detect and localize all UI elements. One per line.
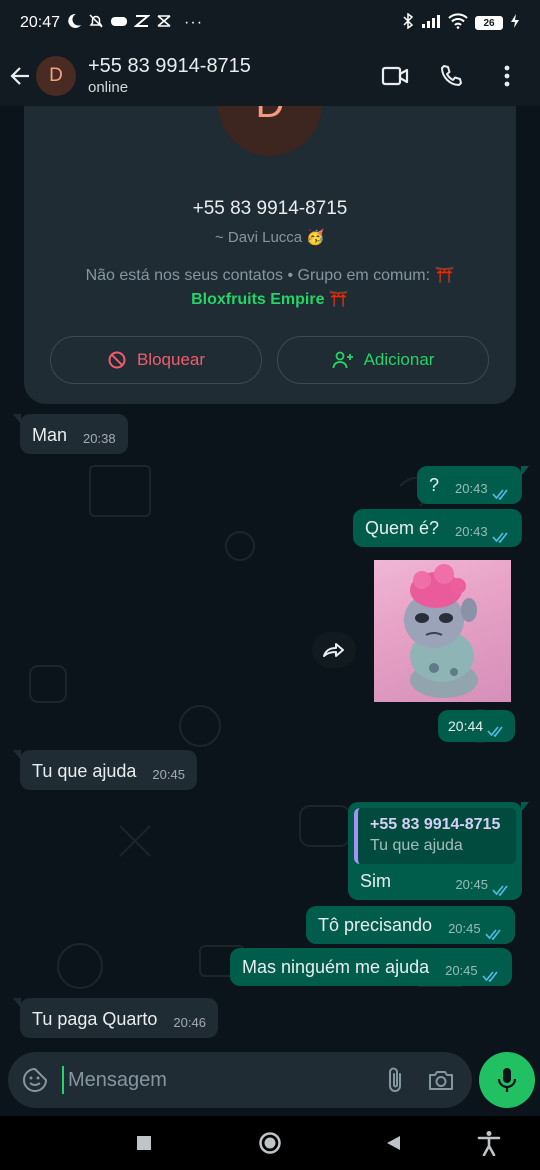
chat-area[interactable]: D +55 83 9914-8715 ~ Davi Lucca 🥳 Não es… — [0, 106, 540, 1050]
sticker-image[interactable] — [374, 560, 511, 702]
back-arrow-icon — [10, 67, 29, 85]
read-ticks-icon — [487, 725, 505, 737]
sticker-button[interactable] — [22, 1067, 48, 1093]
add-label: Adicionar — [363, 350, 435, 369]
notification-icon-2 — [156, 14, 172, 33]
profile-info-text: Não está nos seus contatos • Grupo em co… — [85, 267, 455, 284]
sticker-icon — [23, 1067, 48, 1092]
common-group-link[interactable]: Bloxfruits Empire ⛩️ — [191, 291, 349, 308]
system-navigation-bar — [0, 1116, 540, 1170]
voice-record-button[interactable] — [479, 1052, 535, 1108]
message-time: 20:46 — [173, 1015, 206, 1030]
message-text: Sim — [360, 871, 391, 891]
contact-title: +55 83 9914-8715 — [88, 55, 251, 77]
video-call-button[interactable] — [378, 59, 412, 93]
read-ticks-icon — [492, 884, 510, 896]
dnd-moon-icon — [66, 13, 82, 34]
message-text: Quem é? — [365, 518, 440, 538]
message-text: Tô precisando — [318, 915, 433, 935]
chat-header: D +55 83 9914-8715 online — [0, 46, 540, 106]
status-time: 20:47 — [20, 14, 61, 31]
message-text: Tu que ajuda — [32, 761, 137, 781]
accessibility-icon — [477, 1131, 501, 1156]
battery-indicator: 26 — [475, 16, 503, 30]
home-button[interactable] — [255, 1128, 285, 1158]
wifi-icon — [448, 12, 468, 34]
add-contact-button[interactable]: Adicionar — [277, 336, 489, 384]
message-outgoing-reply[interactable]: +55 83 9914-8715 Tu que ajuda Sim 20:45 — [348, 802, 529, 900]
message-time: 20:43 — [455, 524, 488, 539]
mic-icon — [497, 1068, 517, 1092]
message-composer: Mensagem — [8, 1052, 472, 1108]
sticker-time-badge: 20:44 — [438, 710, 516, 742]
message-incoming[interactable]: Tu paga Quarto 20:46 — [13, 998, 218, 1038]
message-text: Mas ninguém me ajuda — [242, 957, 430, 977]
signal-icon — [421, 14, 441, 33]
message-time: 20:45 — [455, 877, 488, 892]
home-circle-icon — [259, 1132, 281, 1154]
square-icon — [137, 1136, 151, 1150]
contact-profile-card: D +55 83 9914-8715 ~ Davi Lucca 🥳 Não es… — [24, 106, 516, 404]
mute-bell-icon — [88, 13, 104, 34]
back-nav-button[interactable] — [379, 1128, 409, 1158]
message-incoming[interactable]: Tu que ajuda 20:45 — [13, 750, 197, 790]
forward-icon — [323, 643, 344, 657]
camera-button[interactable] — [424, 1063, 458, 1097]
profile-info: Não está nos seus contatos • Grupo em co… — [44, 264, 496, 312]
profile-phone: +55 83 9914-8715 — [192, 198, 348, 219]
message-time: 20:45 — [445, 963, 478, 978]
message-outgoing[interactable]: Quem é? 20:43 — [353, 509, 522, 547]
quoted-author: +55 83 9914-8715 — [370, 816, 501, 833]
block-label: Bloquear — [136, 350, 206, 369]
status-bar: 20:47 ··· 26 — [0, 0, 540, 46]
contact-avatar[interactable]: D — [36, 56, 76, 96]
charging-icon — [510, 13, 520, 34]
read-ticks-icon — [485, 928, 503, 940]
message-text: Man — [32, 425, 68, 445]
block-icon — [108, 351, 126, 369]
message-time: 20:43 — [455, 481, 488, 496]
message-text: Tu paga Quarto — [32, 1009, 158, 1029]
voice-call-button[interactable] — [434, 59, 468, 93]
phone-icon — [441, 65, 462, 86]
message-time: 20:44 — [448, 718, 484, 734]
triangle-back-icon — [387, 1136, 400, 1150]
notification-icon — [133, 14, 151, 33]
message-time: 20:45 — [448, 921, 481, 936]
read-ticks-icon — [491, 531, 510, 543]
message-text: ? — [429, 475, 440, 495]
read-ticks-icon — [491, 488, 510, 500]
quoted-message[interactable]: +55 83 9914-8715 Tu que ajuda — [354, 808, 516, 864]
message-outgoing[interactable]: Tô precisando 20:45 — [306, 906, 515, 944]
camera-icon — [429, 1071, 453, 1090]
more-notifications-icon: ··· — [184, 14, 204, 31]
message-outgoing[interactable]: Mas ninguém me ajuda 20:45 — [230, 948, 512, 986]
read-ticks-icon — [482, 970, 500, 982]
more-vertical-icon — [504, 65, 510, 87]
attach-icon — [389, 1067, 401, 1092]
bluetooth-icon — [402, 12, 414, 34]
contact-info[interactable]: +55 83 9914-8715 online — [88, 54, 251, 98]
forward-button[interactable] — [312, 632, 356, 668]
contact-status: online — [88, 79, 129, 96]
message-incoming[interactable]: Man 20:38 — [13, 414, 128, 454]
add-person-icon — [332, 351, 353, 369]
game-icon — [110, 14, 128, 33]
message-time: 20:38 — [83, 431, 116, 446]
back-button[interactable] — [2, 56, 38, 96]
video-call-icon — [381, 66, 409, 86]
block-button[interactable]: Bloquear — [50, 336, 262, 384]
profile-push-name: ~ Davi Lucca 🥳 — [215, 229, 325, 246]
profile-avatar: D — [218, 106, 322, 156]
message-outgoing[interactable]: ? 20:43 — [417, 466, 529, 504]
attach-button[interactable] — [378, 1063, 412, 1097]
message-time: 20:45 — [152, 767, 185, 782]
message-input[interactable]: Mensagem — [62, 1066, 366, 1094]
quoted-text: Tu que ajuda — [370, 837, 463, 854]
more-options-button[interactable] — [490, 59, 524, 93]
accessibility-button[interactable] — [474, 1128, 504, 1158]
recent-apps-button[interactable] — [129, 1128, 159, 1158]
